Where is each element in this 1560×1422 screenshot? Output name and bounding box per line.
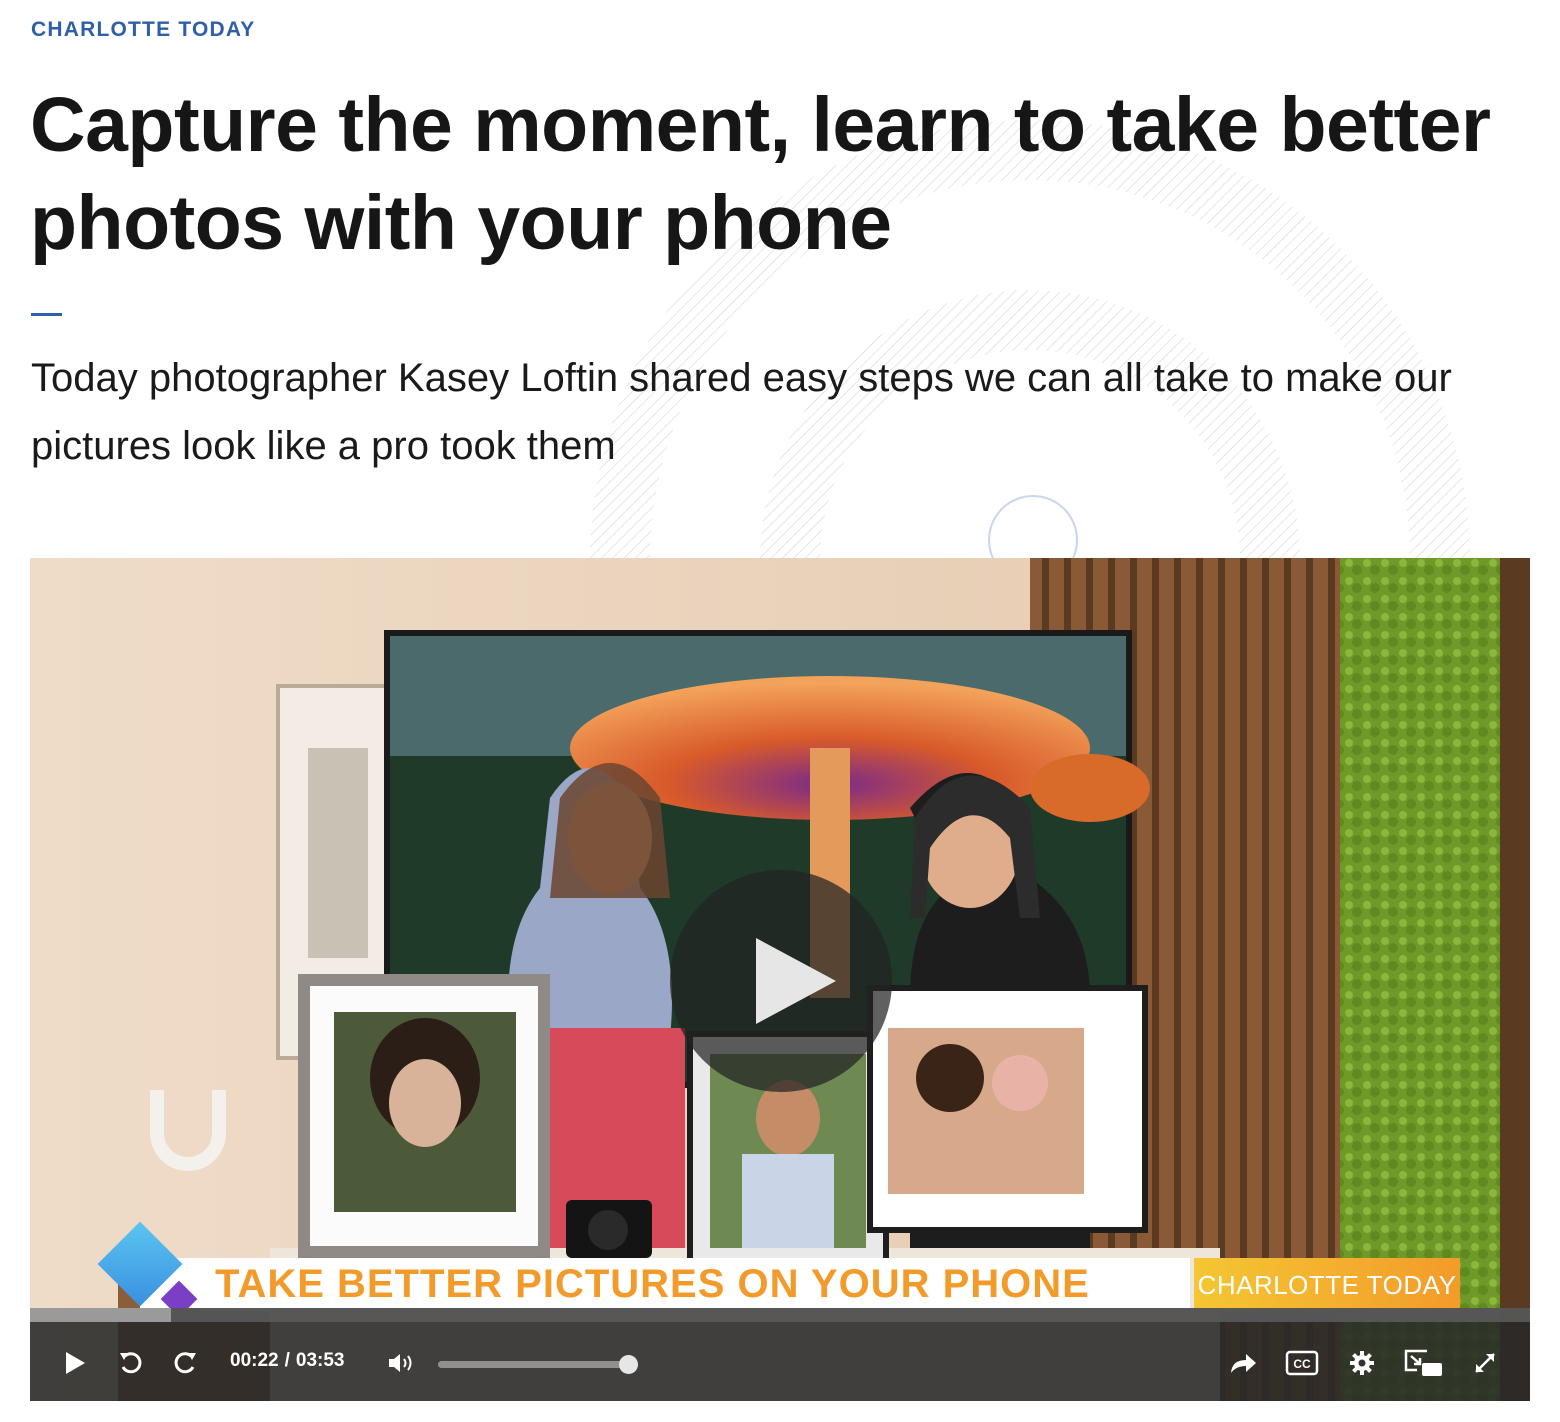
seek-bar-progress xyxy=(30,1308,171,1322)
share-button[interactable] xyxy=(1226,1348,1260,1378)
article-dek: Today photographer Kasey Loftin shared e… xyxy=(31,356,1452,468)
show-logo: CHARLOTTE TODAY xyxy=(1194,1258,1460,1314)
picture-in-picture-icon xyxy=(1404,1349,1442,1376)
settings-button[interactable] xyxy=(1346,1348,1378,1378)
volume-handle[interactable] xyxy=(619,1355,638,1374)
seek-bar[interactable] xyxy=(30,1308,1530,1322)
title-rule xyxy=(31,313,62,316)
duration: 03:53 xyxy=(295,1350,345,1371)
forward-icon xyxy=(174,1352,196,1374)
volume-button[interactable] xyxy=(386,1348,416,1378)
play-icon xyxy=(66,1352,85,1374)
captions-button[interactable]: CC xyxy=(1284,1348,1320,1378)
show-logo-text: CHARLOTTE TODAY xyxy=(1197,1270,1457,1300)
play-button[interactable] xyxy=(60,1348,90,1378)
lower-third-headline: TAKE BETTER PICTURES ON YOUR PHONE xyxy=(215,1262,1090,1306)
rewind-button[interactable] xyxy=(116,1348,146,1378)
gear-icon xyxy=(1350,1351,1374,1375)
player-controls: 00:22/03:53 CC xyxy=(30,1308,1530,1401)
current-time: 00:22 xyxy=(230,1350,279,1371)
page-title: Capture the moment, learn to take better… xyxy=(30,82,1491,266)
volume-level xyxy=(438,1361,638,1368)
cc-icon: CC xyxy=(1285,1350,1319,1376)
video-player[interactable]: TAKE BETTER PICTURES ON YOUR PHONE CHARL… xyxy=(30,558,1530,1401)
fullscreen-button[interactable] xyxy=(1470,1348,1500,1378)
volume-icon xyxy=(389,1354,412,1372)
forward-button[interactable] xyxy=(170,1348,200,1378)
rewind-icon xyxy=(120,1352,142,1374)
cc-label: CC xyxy=(1293,1357,1311,1371)
big-play-button[interactable] xyxy=(670,870,892,1092)
volume-slider[interactable] xyxy=(438,1355,638,1374)
time-display: 00:22/03:53 xyxy=(230,1350,345,1372)
section-label[interactable]: CHARLOTTE TODAY xyxy=(31,18,256,42)
time-separator: / xyxy=(284,1350,290,1371)
pip-button[interactable] xyxy=(1402,1348,1446,1378)
fullscreen-icon xyxy=(1475,1353,1495,1373)
share-icon xyxy=(1231,1354,1256,1373)
play-icon xyxy=(756,938,836,1024)
